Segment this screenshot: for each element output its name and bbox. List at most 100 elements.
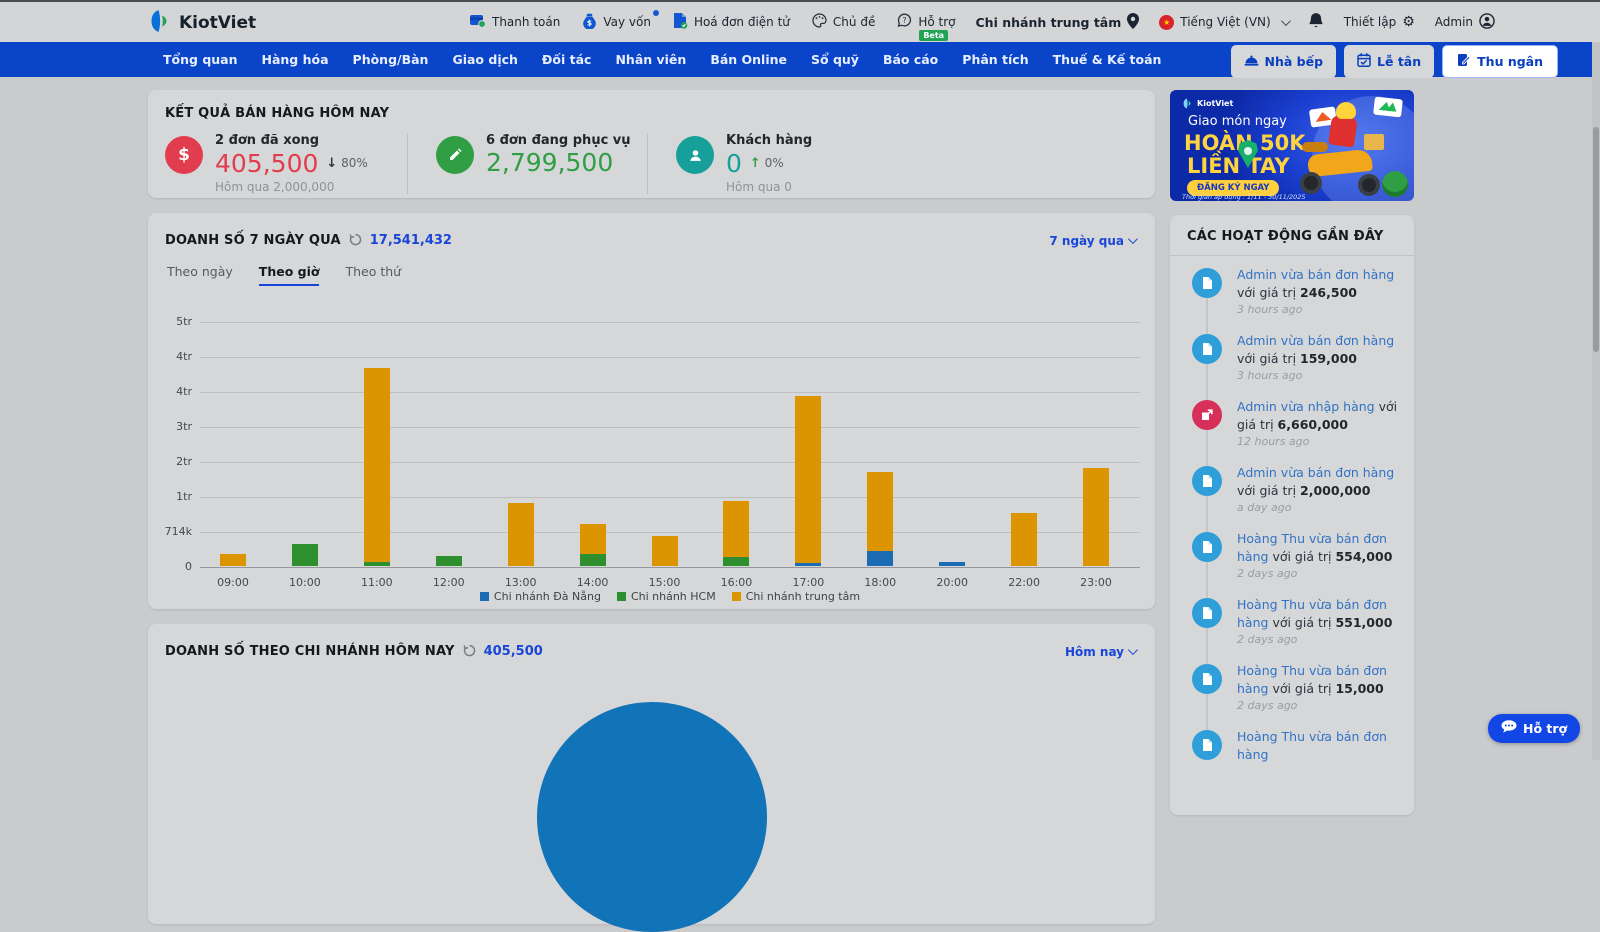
partner-logo-card	[1373, 97, 1403, 118]
branch-chart-title: DOANH SỐ THEO CHI NHÁNH HÔM NAY	[165, 644, 455, 659]
header-link-payment[interactable]: Thanh toán	[470, 14, 560, 31]
scrollbar-thumb[interactable]	[1593, 127, 1599, 352]
branch-label: Chi nhánh trung tâm	[976, 15, 1122, 30]
kiotviet-logo[interactable]: KiotViet	[148, 9, 256, 37]
tab-theo-giờ[interactable]: Theo giờ	[259, 264, 320, 286]
activity-time: 2 days ago	[1237, 633, 1400, 646]
bar-segment	[292, 544, 318, 566]
loan-icon: $	[582, 13, 597, 32]
legend-item: Chi nhánh Đà Nẵng	[480, 590, 601, 603]
bar-14:00	[580, 524, 606, 566]
nav-item-s-qu-[interactable]: Sổ quỹ	[811, 52, 859, 67]
stat-value: 0↑ 0%	[726, 148, 812, 179]
user-menu[interactable]: Admin	[1435, 13, 1495, 32]
tab-theo-thứ[interactable]: Theo thứ	[345, 264, 401, 286]
rider-helmet	[1336, 102, 1356, 119]
refresh-icon[interactable]	[463, 642, 476, 661]
activity-item: Admin vừa bán đơn hàng với giá trị 2,000…	[1170, 464, 1414, 530]
activity-time: 3 hours ago	[1237, 303, 1400, 316]
header-link-support[interactable]: ?Hỗ trợBeta	[897, 13, 955, 31]
activity-link[interactable]: Admin vừa bán đơn hàng	[1237, 465, 1394, 480]
branch-selector[interactable]: Chi nhánh trung tâm	[976, 13, 1140, 32]
nav-item-b-n-online[interactable]: Bán Online	[710, 52, 787, 67]
bar-segment	[1083, 468, 1109, 566]
stat-2: Khách hàng0↑ 0%Hôm qua 0	[647, 133, 812, 194]
tab-theo-ngày[interactable]: Theo ngày	[167, 264, 233, 286]
header-link-theme[interactable]: Chủ đề	[812, 13, 875, 31]
legend-item: Chi nhánh trung tâm	[732, 590, 860, 603]
nav-item-ph-ng-b-n[interactable]: Phòng/Bàn	[353, 52, 429, 67]
branch-chart-card: DOANH SỐ THEO CHI NHÁNH HÔM NAY 405,500 …	[148, 624, 1155, 924]
bar-segment	[436, 556, 462, 566]
nav-item-t-ng-quan[interactable]: Tổng quan	[163, 52, 238, 67]
notifications-button[interactable]	[1308, 12, 1324, 32]
nav-item-ph-n-t-ch[interactable]: Phân tích	[962, 52, 1028, 67]
kiotviet-mark-icon	[148, 9, 172, 37]
nav-item-giao-d-ch[interactable]: Giao dịch	[452, 52, 517, 67]
chevron-down-icon	[1128, 234, 1138, 244]
activity-time: 12 hours ago	[1237, 435, 1400, 448]
nav-item-thu-k-to-n[interactable]: Thuế & Kế toán	[1053, 52, 1162, 67]
activity-value: 554,000	[1335, 549, 1392, 564]
revenue-chart-title: DOANH SỐ 7 NGÀY QUA	[165, 233, 341, 248]
refresh-icon[interactable]	[349, 231, 362, 250]
food-bowl	[1382, 171, 1408, 197]
y-tick: 0	[148, 560, 192, 573]
branch-range-selector[interactable]: Hôm nay	[1065, 645, 1135, 659]
header-link-loan[interactable]: $Vay vốn	[582, 13, 651, 32]
bell-icon	[1308, 12, 1324, 32]
user-icon	[1479, 13, 1495, 32]
y-tick: 4tr	[148, 385, 192, 398]
y-tick: 2tr	[148, 455, 192, 468]
scrollbar-track[interactable]	[1592, 42, 1600, 760]
scooter-seat	[1302, 142, 1328, 152]
sale-doc-icon	[1192, 334, 1222, 364]
chevron-down-icon	[1128, 645, 1138, 655]
activity-link[interactable]: Hoàng Thu vừa bán đơn hàng	[1237, 729, 1387, 762]
y-tick: 5tr	[148, 315, 192, 328]
language-selector[interactable]: ★ Tiếng Việt (VN)	[1159, 15, 1287, 30]
activity-link[interactable]: Admin vừa bán đơn hàng	[1237, 333, 1394, 348]
settings-label: Thiết lập	[1344, 15, 1396, 29]
bar-segment	[867, 472, 893, 551]
stat-0: $2 đơn đã xong405,500↓ 80%Hôm qua 2,000,…	[165, 133, 407, 194]
activity-link[interactable]: Admin vừa nhập hàng	[1237, 399, 1375, 414]
pencil-icon	[436, 136, 474, 174]
gear-icon: ⚙	[1402, 14, 1415, 30]
support-fab-button[interactable]: Hỗ trợ	[1488, 714, 1580, 743]
user-label: Admin	[1435, 15, 1473, 29]
kitchen-button[interactable]: Nhà bếp	[1231, 45, 1337, 78]
x-tick: 18:00	[850, 576, 910, 589]
bar-segment	[939, 562, 965, 566]
cashier-button[interactable]: Thu ngân	[1442, 45, 1558, 78]
stat-value: 405,500↓ 80%	[215, 148, 368, 179]
top-header: KiotViet Thanh toán $Vay vốn Hoá đơn điện …	[0, 0, 1600, 42]
bar-segment	[220, 554, 246, 566]
nav-item-nh-n-vi-n[interactable]: Nhân viên	[615, 52, 686, 67]
revenue-range-selector[interactable]: 7 ngày qua	[1049, 234, 1135, 248]
timeline-line	[1206, 694, 1208, 732]
bar-11:00	[364, 368, 390, 566]
activity-link[interactable]: Admin vừa bán đơn hàng	[1237, 267, 1394, 282]
revenue-total: 17,541,432	[370, 233, 452, 248]
x-tick: 13:00	[491, 576, 551, 589]
bar-13:00	[508, 503, 534, 566]
reception-button[interactable]: Lễ tân	[1344, 45, 1434, 78]
x-tick: 11:00	[347, 576, 407, 589]
settings-button[interactable]: Thiết lập ⚙	[1344, 14, 1415, 30]
location-pin-icon	[1127, 13, 1139, 32]
bar-segment	[364, 368, 390, 562]
activity-time: 3 hours ago	[1237, 369, 1400, 382]
bar-10:00	[292, 544, 318, 566]
nav-item--i-t-c[interactable]: Đối tác	[542, 52, 592, 67]
header-link-einvoice[interactable]: Hoá đơn điện tử	[673, 13, 790, 32]
nav-item-b-o-c-o[interactable]: Báo cáo	[883, 52, 938, 67]
promo-banner[interactable]: KiotViet Giao món ngay HOÀN 50K LIỀN TAY…	[1170, 90, 1414, 201]
svg-text:$: $	[587, 18, 592, 27]
nav-item-h-ng-h-a[interactable]: Hàng hóa	[262, 52, 329, 67]
activity-item: Hoàng Thu vừa bán đơn hàng với giá trị 5…	[1170, 596, 1414, 662]
svg-text:?: ?	[903, 16, 907, 25]
bar-segment	[652, 536, 678, 566]
activity-value: 6,660,000	[1278, 417, 1348, 432]
timeline-line	[1206, 430, 1208, 468]
